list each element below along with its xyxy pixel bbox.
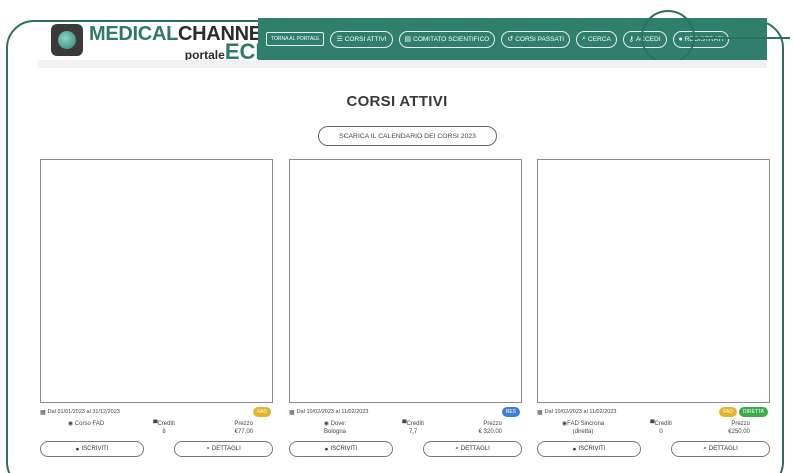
check-circle-icon: ● <box>75 445 80 453</box>
badge-diretta: DIRETTA <box>738 407 768 417</box>
course-price: Prezzo €77,00 <box>234 421 253 436</box>
course-dates: Dal 10/02/2023 al 11/02/2023 <box>296 409 369 415</box>
nav-corsi-passati[interactable]: ↺ CORSI PASSATI <box>501 30 571 48</box>
course-credits: ▀Crediti 7,7 <box>402 421 424 436</box>
download-calendar-button[interactable]: SCARICA IL CALENDARIO DEI CORSI 2023 <box>318 126 497 146</box>
details-button[interactable]: ⌕ DETTAGLI <box>423 441 522 458</box>
course-type: ◉ Corso FAD <box>67 421 105 427</box>
search-icon: ⌕ <box>582 35 587 42</box>
callout-circle <box>641 10 695 64</box>
course-credits: ▀Crediti 0 <box>650 421 672 436</box>
course-card-image[interactable] <box>40 159 273 403</box>
enroll-button[interactable]: ● ISCRIVITI <box>40 441 144 458</box>
enroll-button[interactable]: ● ISCRIVITI <box>289 441 393 458</box>
course-credits: ▀Crediti 8 <box>153 421 175 436</box>
logo-icon <box>51 24 83 56</box>
course-card-image[interactable] <box>289 159 522 403</box>
badge-fad: FAD <box>253 407 271 417</box>
content-top-band <box>38 60 767 68</box>
course-dates: Dal 01/01/2023 al 31/12/2023 <box>47 409 120 415</box>
list-icon: ☰ <box>336 36 343 43</box>
check-circle-icon: ● <box>572 445 577 453</box>
details-button[interactable]: ⌕ DETTAGLI <box>671 441 770 458</box>
nav-comitato-scientifico[interactable]: ▤ COMITATO SCIENTIFICO <box>398 30 496 48</box>
page-title: CORSI ATTIVI <box>346 93 448 110</box>
course-dates: Dal 10/02/2023 al 11/02/2023 <box>544 409 617 415</box>
course-location: ◉ Dove: Bologna <box>323 421 347 436</box>
course-price: Prezzo € 320,00 <box>478 421 502 436</box>
nav-corsi-attivi[interactable]: ☰ CORSI ATTIVI <box>330 30 393 48</box>
course-card-info: ▦ Dal 10/02/2023 al 11/02/2023 FAD DIRET… <box>537 405 770 465</box>
location-icon: ◉ <box>323 421 329 427</box>
course-card-info: ▦ Dal 01/01/2023 al 31/12/2023 FAD ◉ Cor… <box>40 405 273 465</box>
info-icon: ◉ <box>67 421 74 427</box>
course-price: Prezzo €250,00 <box>728 421 750 436</box>
nav-back-to-portal[interactable]: TORNA AL PORTALE <box>266 32 325 46</box>
search-icon: ⌕ <box>455 445 459 453</box>
callout-line <box>690 37 790 39</box>
details-button[interactable]: ⌕ DETTAGLI <box>174 441 273 458</box>
logo-text: MEDICALCHANNEL portaleECM <box>89 23 274 64</box>
history-icon: ↺ <box>507 36 514 43</box>
calendar-icon: ▦ <box>537 409 543 416</box>
course-type: ◉FAD Sincrona (diretta) <box>561 421 605 436</box>
enroll-button[interactable]: ● ISCRIVITI <box>537 441 641 458</box>
key-icon: ⚷ <box>628 36 634 43</box>
book-icon: ▤ <box>404 36 412 43</box>
course-card-image[interactable] <box>537 159 770 403</box>
nav-cerca[interactable]: ⌕ CERCA <box>576 30 617 48</box>
course-card-info: ▦ Dal 10/02/2023 al 11/02/2023 RES ◉ Dov… <box>289 405 522 465</box>
search-icon: ⌕ <box>206 445 210 453</box>
search-icon: ⌕ <box>703 445 707 453</box>
calendar-icon: ▦ <box>40 409 46 416</box>
calendar-icon: ▦ <box>289 409 295 416</box>
badge-res: RES <box>501 407 520 417</box>
brand-logo[interactable]: MEDICALCHANNEL portaleECM <box>51 24 274 63</box>
check-circle-icon: ● <box>324 445 329 453</box>
badge-fad: FAD <box>719 407 737 417</box>
